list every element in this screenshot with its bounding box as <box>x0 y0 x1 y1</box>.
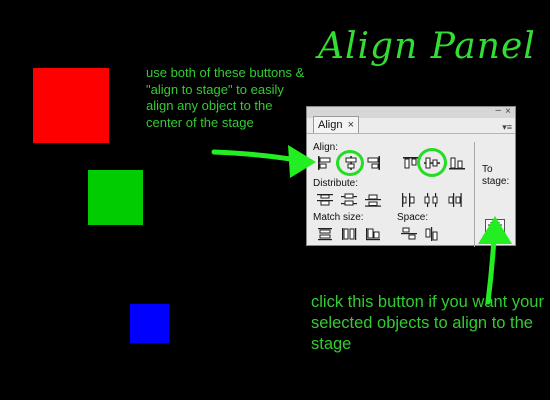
arrow-head-to-align-buttons <box>288 145 316 178</box>
arrow-to-align-buttons <box>211 149 299 163</box>
arrow-head-to-stage-button <box>478 216 512 244</box>
arrow-to-stage-button <box>485 235 497 305</box>
annotation-arrows <box>211 145 512 305</box>
